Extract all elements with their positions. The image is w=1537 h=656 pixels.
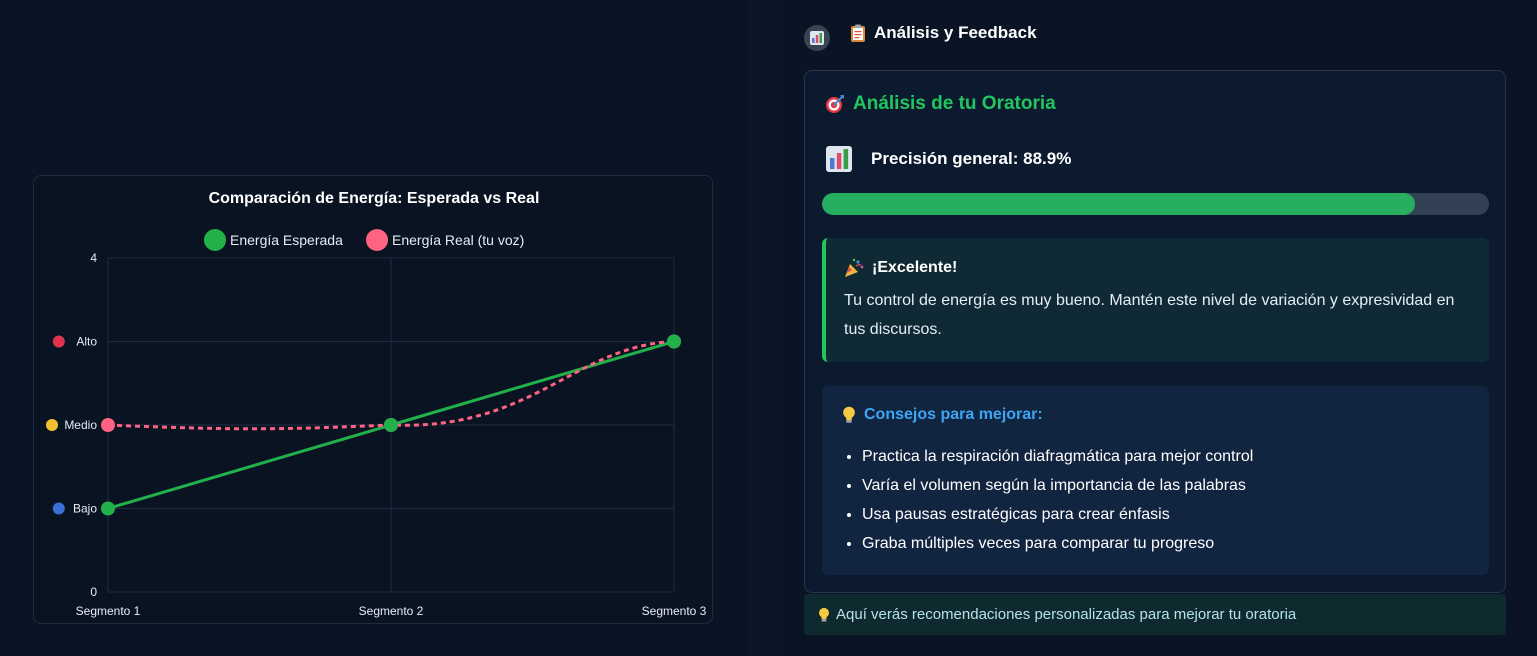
precision-progress-fill bbox=[822, 193, 1415, 215]
tip-item: Graba múltiples veces para comparar tu p… bbox=[862, 529, 1469, 558]
x-tick-label: Segmento 2 bbox=[359, 604, 424, 618]
y-tick-label: Medio bbox=[64, 418, 97, 432]
data-point[interactable] bbox=[101, 418, 115, 432]
x-tick-label: Segmento 3 bbox=[642, 604, 707, 618]
party-popper-icon bbox=[844, 258, 864, 278]
y-tick-label: 0 bbox=[90, 585, 97, 599]
panel-title-text: Análisis y Feedback bbox=[874, 23, 1037, 42]
x-tick-label: Segmento 1 bbox=[76, 604, 141, 618]
y-tick-level-icon bbox=[52, 335, 65, 348]
excellent-feedback-box: ¡Excelente! Tu control de energía es muy… bbox=[822, 238, 1489, 362]
panel-title: Análisis y Feedback bbox=[850, 23, 1037, 43]
lightbulb-icon bbox=[842, 406, 856, 424]
analysis-title: Análisis de tu Oratoria bbox=[825, 93, 1056, 115]
energy-chart: Comparación de Energía: Esperada vs Real… bbox=[46, 190, 707, 618]
recommendations-hint-text: Aquí verás recomendaciones personalizada… bbox=[836, 606, 1297, 623]
precision-label: Precisión general: 88.9% bbox=[871, 149, 1072, 168]
pane-divider[interactable] bbox=[748, 0, 778, 656]
y-tick-label: 4 bbox=[90, 251, 97, 265]
precision-progress-bar bbox=[822, 193, 1489, 215]
tip-item: Varía el volumen según la importancia de… bbox=[862, 471, 1469, 500]
tips-box: Consejos para mejorar: Practica la respi… bbox=[822, 386, 1489, 575]
legend-marker[interactable] bbox=[204, 229, 226, 251]
lightbulb-icon bbox=[818, 607, 830, 623]
y-tick-level-icon bbox=[52, 502, 65, 515]
precision-row: Precisión general: 88.9% bbox=[825, 145, 1071, 173]
analysis-card: Análisis de tu Oratoria Precisión genera… bbox=[804, 70, 1506, 593]
y-tick-label: Bajo bbox=[73, 502, 97, 516]
feedback-panel: Análisis y Feedback Análisis de tu Orato… bbox=[778, 0, 1537, 656]
tips-list: Practica la respiración diafragmática pa… bbox=[842, 442, 1469, 558]
target-icon bbox=[825, 94, 845, 114]
recommendations-hint: Aquí verás recomendaciones personalizada… bbox=[804, 594, 1506, 635]
excellent-body: Tu control de energía es muy bueno. Mant… bbox=[844, 292, 1455, 338]
bar-chart-icon[interactable] bbox=[804, 25, 830, 51]
data-point[interactable] bbox=[667, 334, 681, 349]
excellent-heading: ¡Excelente! bbox=[844, 258, 1471, 278]
bar-chart-icon bbox=[825, 145, 853, 173]
chart-title: Comparación de Energía: Esperada vs Real bbox=[209, 190, 540, 207]
panel-header: Análisis y Feedback bbox=[804, 18, 1037, 51]
clipboard-icon bbox=[850, 24, 866, 42]
tip-item: Practica la respiración diafragmática pa… bbox=[862, 442, 1469, 471]
legend-label[interactable]: Energía Real (tu voz) bbox=[392, 232, 524, 248]
data-point[interactable] bbox=[101, 501, 115, 516]
legend-label[interactable]: Energía Esperada bbox=[230, 232, 343, 248]
y-tick-label: Alto bbox=[76, 335, 97, 349]
excellent-heading-text: ¡Excelente! bbox=[872, 259, 958, 276]
data-point[interactable] bbox=[384, 418, 398, 432]
y-tick-level-icon bbox=[46, 419, 58, 431]
energy-chart-card: Comparación de Energía: Esperada vs Real… bbox=[33, 175, 713, 624]
tips-heading: Consejos para mejorar: bbox=[842, 406, 1469, 424]
tip-item: Usa pausas estratégicas para crear énfas… bbox=[862, 500, 1469, 529]
chart-pane: Comparación de Energía: Esperada vs Real… bbox=[0, 0, 748, 656]
tips-heading-text: Consejos para mejorar: bbox=[864, 406, 1043, 423]
analysis-title-text: Análisis de tu Oratoria bbox=[853, 93, 1056, 114]
legend-marker[interactable] bbox=[366, 229, 388, 251]
